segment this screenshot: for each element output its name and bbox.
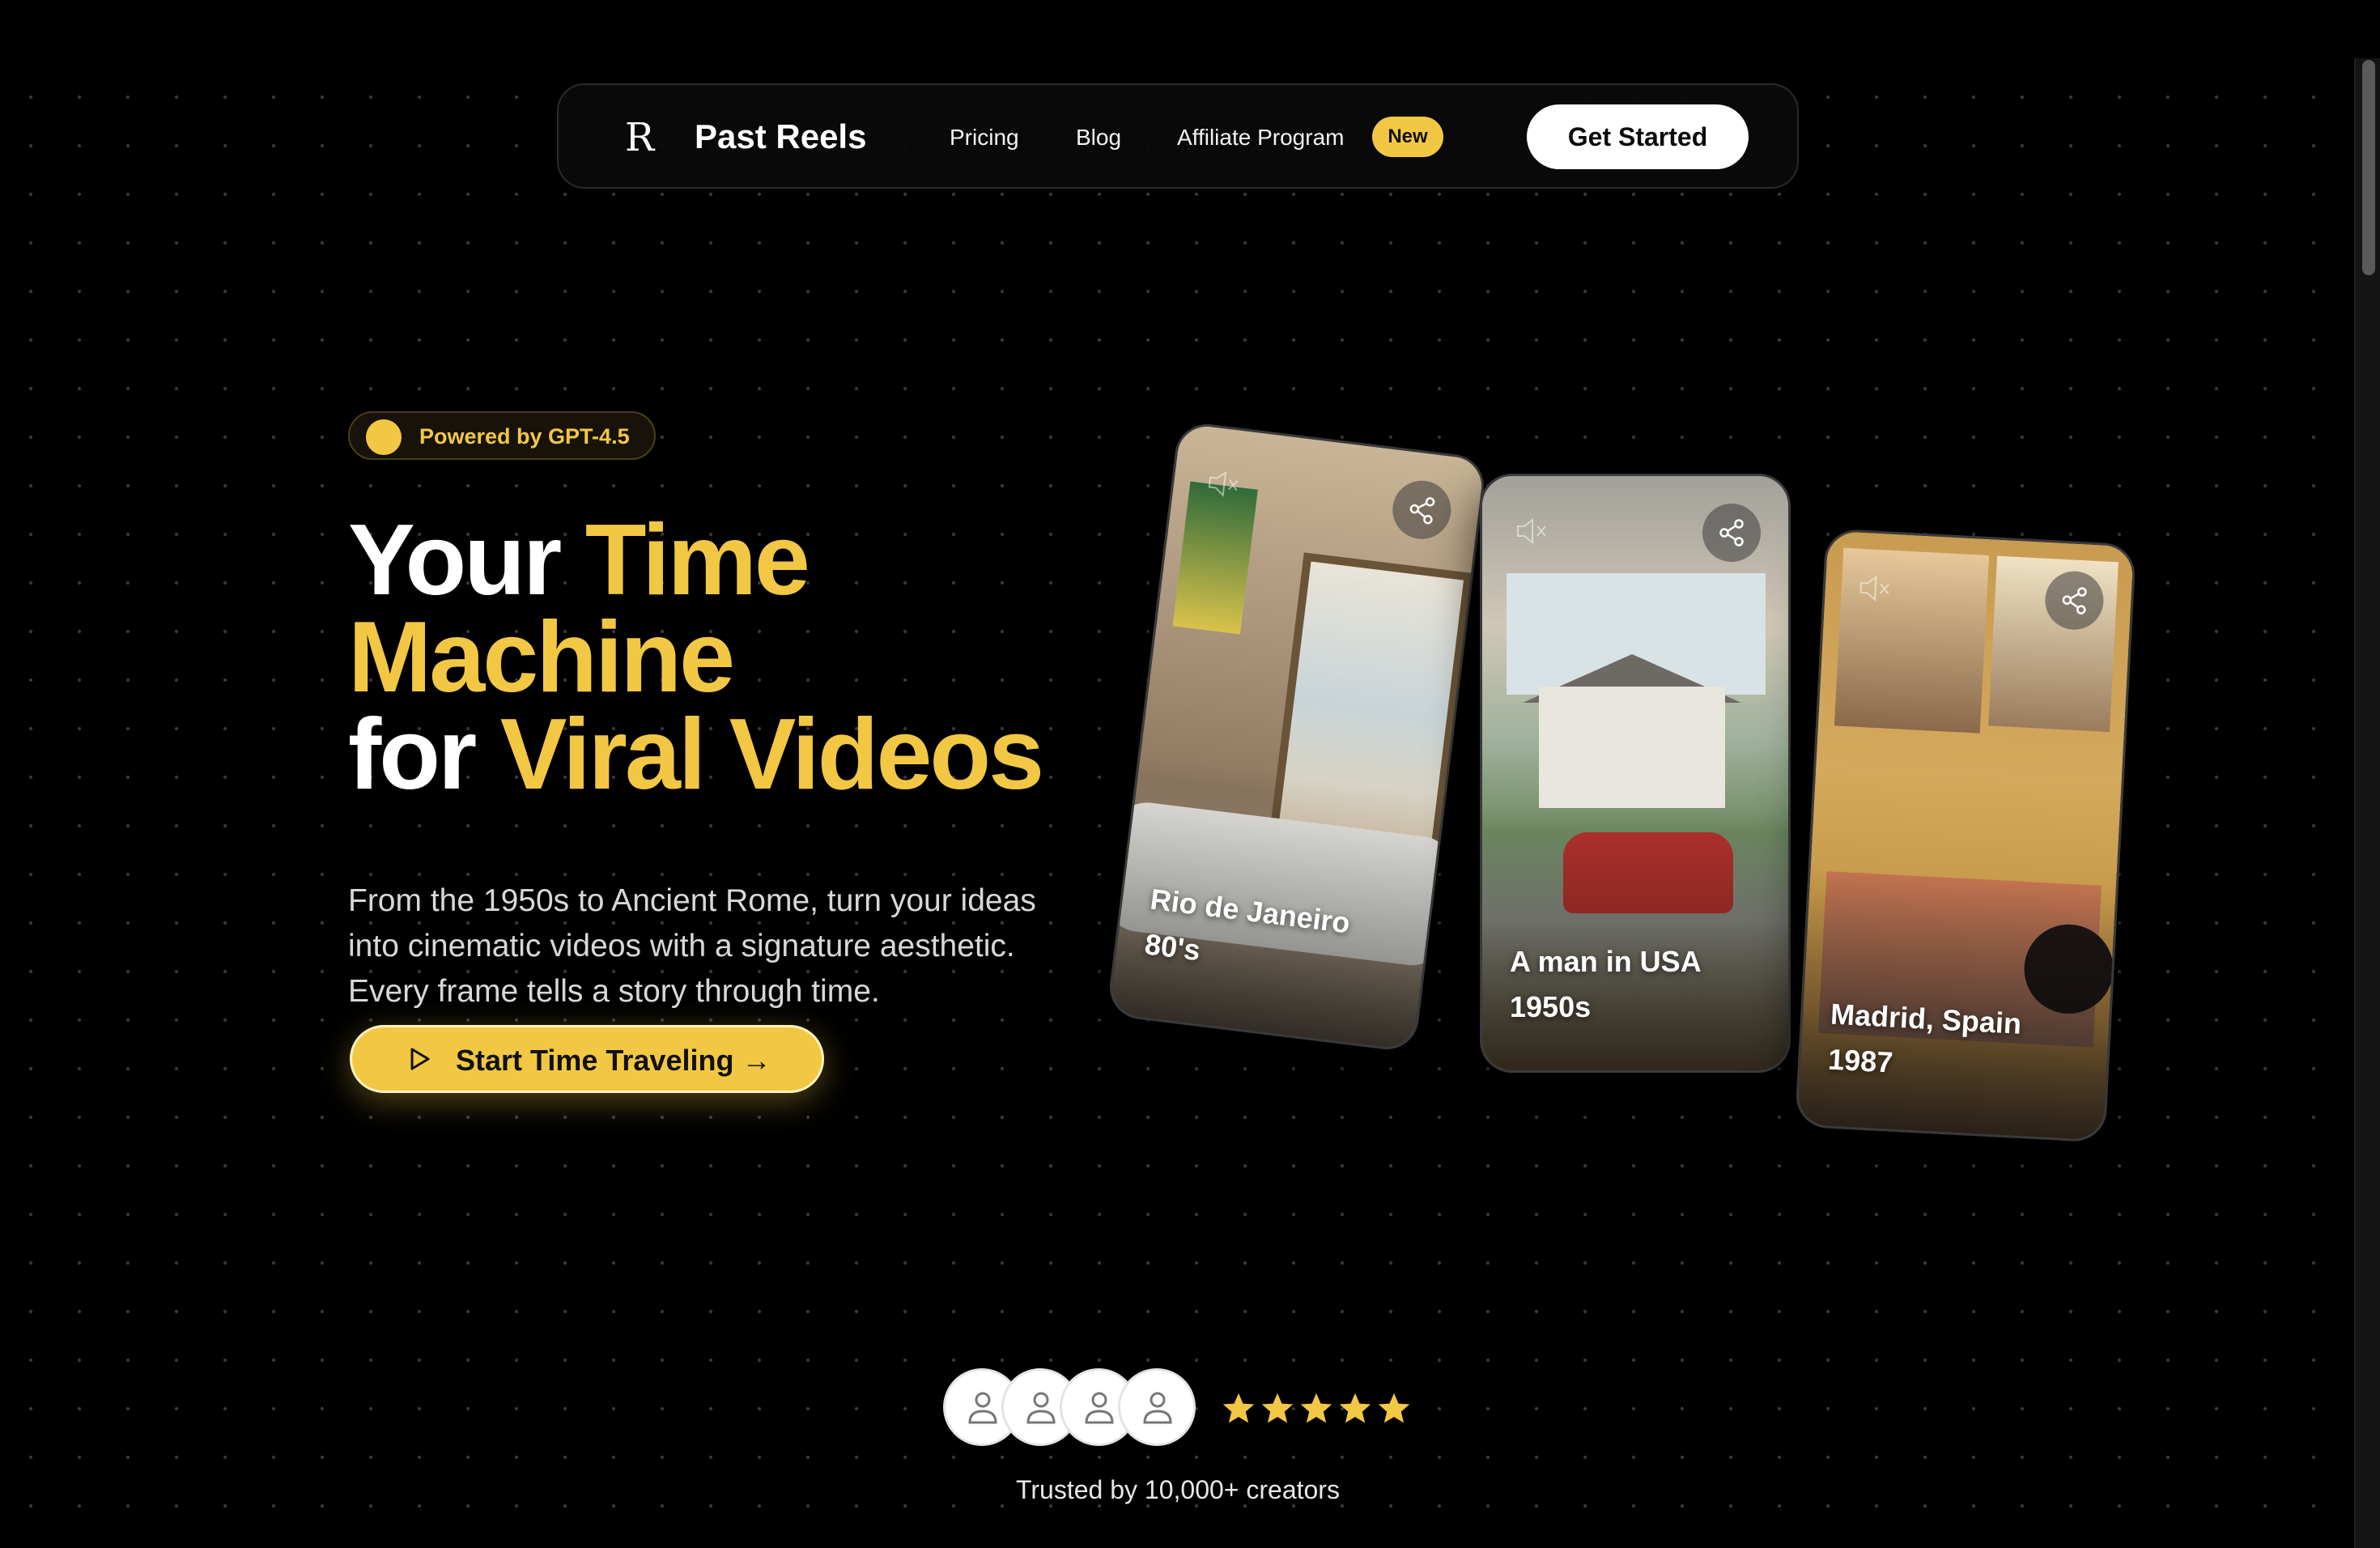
nav-link-blog[interactable]: Blog xyxy=(1076,125,1121,151)
card-caption: A man in USA 1950s xyxy=(1510,939,1702,1030)
play-icon xyxy=(410,1048,430,1070)
powered-by-badge: Powered by GPT-4.5 xyxy=(348,411,656,460)
card-caption-place: A man in USA xyxy=(1510,945,1702,978)
video-card-usa[interactable]: A man in USA 1950s xyxy=(1480,474,1791,1073)
hero-headline: Your Time Machine for Viral Videos xyxy=(348,510,1093,805)
headline-line-2: Machine xyxy=(348,607,1093,708)
star-icon xyxy=(1222,1393,1255,1423)
get-started-button[interactable]: Get Started xyxy=(1527,104,1749,169)
user-icon xyxy=(1026,1392,1056,1424)
start-time-traveling-button[interactable]: Start Time Traveling → xyxy=(350,1025,824,1093)
headline-viral-videos: Viral Videos xyxy=(499,699,1044,810)
card-scene-poster xyxy=(1172,481,1258,635)
creator-avatars xyxy=(943,1368,1202,1449)
card-caption-era: 1950s xyxy=(1510,990,1592,1023)
scrollbar-thumb[interactable] xyxy=(2362,60,2375,275)
card-scene-poster xyxy=(1834,547,1990,734)
user-icon xyxy=(1085,1392,1114,1424)
share-icon xyxy=(2062,587,2087,615)
headline-line-3: for Viral Videos xyxy=(348,704,1093,805)
video-card-madrid[interactable]: Madrid, Spain 1987 xyxy=(1794,528,2137,1143)
star-icon xyxy=(1378,1393,1410,1423)
nav-link-pricing[interactable]: Pricing xyxy=(950,125,1019,151)
browser-top-strip xyxy=(0,0,2380,57)
headline-for: for xyxy=(348,699,500,810)
trusted-by-text: Trusted by 10,000+ creators xyxy=(1016,1475,1340,1504)
mute-icon[interactable] xyxy=(1205,467,1240,500)
headline-your: Your xyxy=(348,504,585,616)
brand-logo[interactable]: R xyxy=(625,116,662,159)
navbar: R Past Reels Pricing Blog Affiliate Prog… xyxy=(557,83,1799,189)
new-badge: New xyxy=(1372,117,1443,157)
headline-line-1: Your Time xyxy=(348,510,1093,610)
star-icon xyxy=(1300,1393,1332,1423)
share-icon xyxy=(1409,497,1435,525)
mute-icon[interactable] xyxy=(1857,573,1891,604)
cta-label: Start Time Traveling → xyxy=(456,1044,771,1077)
headline-time: Time xyxy=(584,504,810,616)
headline-machine: Machine xyxy=(348,602,735,713)
scrollbar[interactable] xyxy=(2354,58,2380,1548)
rating-stars xyxy=(1221,1391,1415,1427)
share-icon xyxy=(1719,519,1744,546)
landing-page: R Past Reels Pricing Blog Affiliate Prog… xyxy=(0,0,2380,1548)
card-scene-house xyxy=(1539,687,1725,808)
avatar xyxy=(1118,1368,1196,1446)
share-button[interactable] xyxy=(1389,477,1455,542)
brand-name[interactable]: Past Reels xyxy=(695,117,866,156)
user-icon xyxy=(1143,1392,1172,1424)
nav-link-affiliate-program[interactable]: Affiliate Program xyxy=(1177,125,1344,151)
share-button[interactable] xyxy=(1702,504,1761,562)
user-icon xyxy=(968,1392,997,1424)
video-card-rio[interactable]: Rio de Janeiro 80's xyxy=(1106,420,1488,1053)
mute-icon[interactable] xyxy=(1515,517,1547,546)
powered-by-text: Powered by GPT-4.5 xyxy=(419,424,630,449)
hero-subcopy: From the 1950s to Ancient Rome, turn you… xyxy=(348,883,1036,1009)
star-icon xyxy=(1339,1393,1371,1423)
card-caption: Madrid, Spain 1987 xyxy=(1827,992,2023,1092)
star-icon xyxy=(1261,1393,1294,1423)
badge-dot-icon xyxy=(366,419,402,455)
